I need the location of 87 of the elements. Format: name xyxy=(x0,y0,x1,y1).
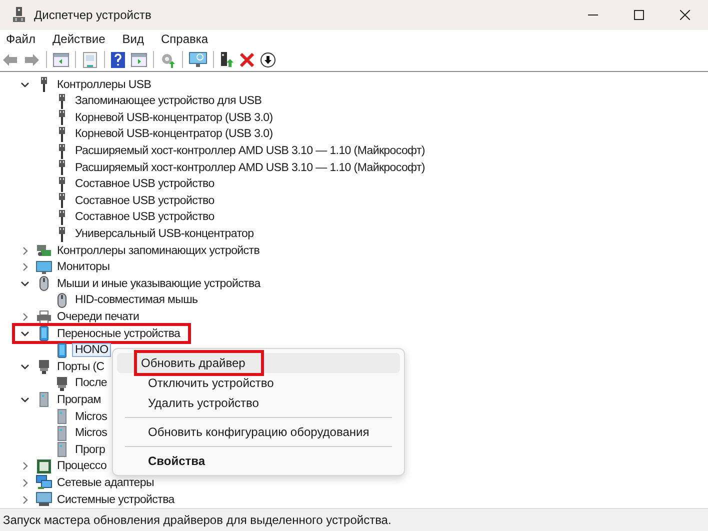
device-tower-icon xyxy=(39,392,49,408)
menu-item[interactable]: Отключить устройство xyxy=(117,373,400,394)
tree-item[interactable]: Корневой USB-концентратор (USB 3.0) xyxy=(73,128,275,140)
port-connector-icon xyxy=(38,359,50,374)
tree-item[interactable]: Составное USB устройство xyxy=(73,178,216,190)
menu-item[interactable]: Действие xyxy=(52,32,106,46)
menu-item[interactable]: Обновить драйвер xyxy=(117,353,400,374)
chevron-right-icon[interactable] xyxy=(20,262,30,272)
menu-item[interactable]: Обновить конфигурацию оборудования xyxy=(117,422,400,442)
usb-plug-icon xyxy=(57,110,67,126)
tree-item[interactable]: Прогр xyxy=(73,444,108,456)
usb-plug-icon xyxy=(57,144,67,159)
tree-item[interactable]: HID-совместимая мышь xyxy=(73,294,200,306)
chevron-right-icon[interactable] xyxy=(20,312,30,322)
tree-item[interactable]: Мониторы xyxy=(55,261,112,274)
tree-item[interactable]: После xyxy=(73,377,110,390)
tree-item[interactable]: Запоминающее устройство для USB xyxy=(73,95,264,108)
tree-item[interactable]: Универсальный USB-концентратор xyxy=(73,228,256,240)
mouse-icon xyxy=(39,276,49,292)
chevron-right-icon[interactable] xyxy=(20,478,30,488)
gear-update-icon[interactable] xyxy=(160,52,176,68)
port-connector-icon xyxy=(56,376,68,391)
tree-item[interactable]: Micros xyxy=(73,427,110,440)
storage-controller-icon xyxy=(36,243,52,258)
menu-item[interactable]: Свойства xyxy=(117,451,400,472)
menu-item[interactable]: Удалить устройство xyxy=(117,393,400,414)
menu-item[interactable]: Файл xyxy=(6,32,36,46)
tree-item[interactable]: Составное USB устройство xyxy=(73,194,216,207)
menu-item[interactable]: Вид xyxy=(122,32,144,46)
device-tower-icon xyxy=(57,409,67,424)
chevron-right-icon[interactable] xyxy=(20,494,30,505)
usb-plug-icon xyxy=(57,160,67,176)
tree-item[interactable]: Системные устройства xyxy=(55,494,176,506)
window-title: Диспетчер устройств xyxy=(34,8,152,22)
tree-item[interactable]: Очереди печати xyxy=(55,311,142,323)
chevron-right-icon[interactable] xyxy=(20,461,30,472)
usb-plug-icon xyxy=(57,210,67,225)
chevron-right-icon[interactable] xyxy=(20,246,30,256)
status-bar: Запуск мастера обновления драйверов для выделенного устройства. xyxy=(0,508,708,531)
usb-plug-icon xyxy=(57,94,67,109)
document-icon[interactable] xyxy=(82,52,98,68)
device-tower-icon xyxy=(57,426,67,441)
chevron-down-icon[interactable] xyxy=(20,394,30,405)
printer-icon xyxy=(36,310,52,324)
usb-plug-icon xyxy=(57,193,67,208)
chevron-down-icon[interactable] xyxy=(20,328,30,339)
monitor-icon xyxy=(36,260,52,275)
menu-item[interactable]: Справка xyxy=(161,32,208,46)
tree-item[interactable]: Micros xyxy=(73,410,110,423)
tree-item[interactable]: Переносные устройства xyxy=(55,328,182,340)
device-manager-icon xyxy=(12,6,26,23)
back-arrow-icon[interactable] xyxy=(2,52,18,67)
monitor-scan-icon[interactable] xyxy=(189,52,207,68)
close-icon[interactable] xyxy=(680,10,690,20)
tree-item[interactable]: HONO xyxy=(73,344,110,356)
device-tower-icon xyxy=(57,442,67,458)
tree-item[interactable]: Мыши и иные указывающие устройства xyxy=(55,278,262,290)
chevron-down-icon[interactable] xyxy=(20,278,30,289)
chevron-down-icon[interactable] xyxy=(20,80,30,90)
phone-icon xyxy=(39,326,49,342)
usb-plug-icon xyxy=(57,126,67,142)
usb-plug-icon xyxy=(57,176,67,192)
tree-item[interactable]: Процессо xyxy=(55,460,109,472)
usb-plug-icon xyxy=(57,226,67,242)
system-device-icon xyxy=(36,492,52,508)
tree-item[interactable]: Сетевые адаптеры xyxy=(55,476,156,489)
tree-item[interactable]: Контроллеры запоминающих устройств xyxy=(55,244,262,257)
mouse-icon xyxy=(57,292,67,308)
window-panel-icon[interactable] xyxy=(131,52,147,67)
tree-item[interactable]: Расширяемый хост-контроллер AMD USB 3.10 — 1.10 (Майкрософт) xyxy=(73,162,427,174)
device-add-icon[interactable] xyxy=(220,52,234,68)
processor-icon xyxy=(36,458,52,474)
delete-x-icon[interactable] xyxy=(240,52,254,67)
chevron-down-icon[interactable] xyxy=(20,362,30,372)
tree-item[interactable]: Составное USB устройство xyxy=(73,211,216,224)
tree-item[interactable]: Корневой USB-концентратор (USB 3.0) xyxy=(73,112,275,124)
phone-icon xyxy=(57,342,67,358)
window-panel-icon[interactable] xyxy=(53,52,69,67)
network-adapter-icon xyxy=(36,475,52,490)
usb-plug-icon xyxy=(39,77,49,92)
tree-item[interactable]: Расширяемый хост-контроллер AMD USB 3.10 — 1.10 (Майкрософт) xyxy=(73,145,427,158)
tree-item[interactable]: Програм xyxy=(55,394,103,406)
forward-arrow-icon[interactable] xyxy=(24,52,40,67)
help-icon[interactable] xyxy=(111,52,125,68)
maximize-icon[interactable] xyxy=(634,10,644,20)
tree-item[interactable]: Контроллеры USB xyxy=(55,78,154,91)
tree-item[interactable]: Порты (C xyxy=(55,360,106,373)
